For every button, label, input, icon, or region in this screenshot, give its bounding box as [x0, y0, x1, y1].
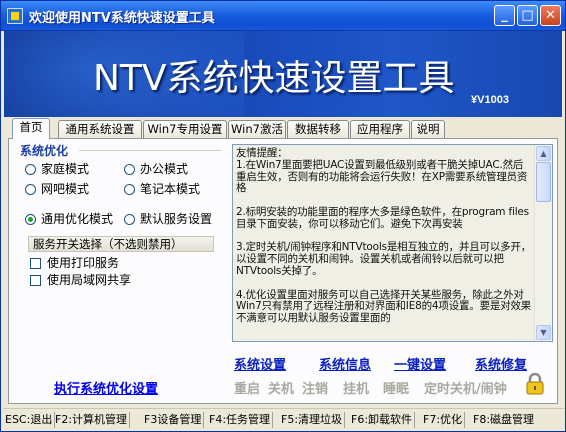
status-f5: F5:清理垃圾: [281, 412, 346, 428]
status-f4: F4:任务管理: [209, 412, 274, 428]
status-bar: ESC:退出 F2:计算机管理 F3设备管理 F4:任务管理 F5:清理垃圾 F…: [3, 408, 564, 431]
window-title: 欢迎使用NTV系统快速设置工具: [29, 11, 215, 26]
app-banner: NTV系统快速设置工具 ¥V1003: [4, 31, 562, 117]
radio-office-mode[interactable]: 办公模式: [124, 161, 188, 177]
system-info-link[interactable]: 系统信息: [319, 354, 371, 373]
tab-general-settings[interactable]: 通用系统设置: [58, 120, 142, 138]
app-icon: [7, 8, 23, 24]
service-header: 服务开关选择（不选则禁用）: [28, 236, 214, 252]
status-f2: F2:计算机管理: [55, 412, 131, 428]
radio-laptop-mode[interactable]: 笔记本模式: [124, 181, 200, 197]
execute-optimize-link[interactable]: 执行系统优化设置: [54, 378, 158, 397]
logoff-action[interactable]: 注销: [302, 378, 328, 397]
radio-dot: [124, 184, 135, 195]
info-textbox[interactable]: 友情提醒： 1.在Win7里面要把UAC设置到最低级别或者干脆关掉UAC.然后重…: [232, 144, 553, 342]
sleep-action[interactable]: 睡眠: [383, 378, 409, 397]
info-text: 友情提醒： 1.在Win7里面要把UAC设置到最低级别或者干脆关掉UAC.然后重…: [236, 147, 532, 325]
optimize-group-title: 系统优化: [20, 144, 69, 158]
scroll-down-icon[interactable]: ▼: [536, 325, 551, 340]
tab-win7-settings[interactable]: Win7专用设置: [143, 120, 227, 138]
status-esc: ESC:退出: [5, 412, 56, 428]
checkbox-lan-share[interactable]: 使用局域网共享: [30, 273, 131, 287]
scroll-up-icon[interactable]: ▲: [536, 146, 551, 161]
radio-dot: [25, 184, 36, 195]
radio-label: 网吧模式: [41, 182, 90, 196]
standby-action[interactable]: 挂机: [343, 378, 369, 397]
title-bar[interactable]: 欢迎使用NTV系统快速设置工具 _ □ ✕: [1, 1, 565, 31]
radio-label: 办公模式: [140, 162, 189, 176]
tab-strip: 首页 通用系统设置 Win7专用设置 Win7激活 数据转移 应用程序 说明: [8, 118, 560, 139]
close-button[interactable]: ✕: [540, 5, 561, 26]
one-click-setup-link[interactable]: 一键设置: [394, 354, 446, 373]
main-window: 欢迎使用NTV系统快速设置工具 _ □ ✕ NTV系统快速设置工具 ¥V1003…: [0, 0, 566, 432]
radio-default-services[interactable]: 默认服务设置: [124, 211, 212, 227]
checkbox-print-service[interactable]: 使用打印服务: [30, 256, 119, 270]
tab-help[interactable]: 说明: [411, 120, 445, 138]
radio-dot: [124, 214, 135, 225]
padlock-icon[interactable]: [526, 373, 544, 395]
radio-dot: [124, 164, 135, 175]
radio-home-mode[interactable]: 家庭模式: [25, 161, 89, 177]
info-scrollbar[interactable]: ▲ ▼: [534, 145, 552, 341]
system-repair-link[interactable]: 系统修复: [475, 354, 527, 373]
maximize-button[interactable]: □: [517, 5, 538, 26]
status-f6: F6:卸载软件: [351, 412, 416, 428]
timer-alarm-action[interactable]: 定时关机/闹钟: [424, 378, 507, 397]
tab-win7-activation[interactable]: Win7激活: [228, 120, 286, 138]
radio-dot: [25, 164, 36, 175]
system-settings-link[interactable]: 系统设置: [234, 354, 286, 373]
restart-action[interactable]: 重启: [234, 378, 260, 397]
tab-applications[interactable]: 应用程序: [350, 120, 410, 138]
shutdown-action[interactable]: 关机: [268, 378, 294, 397]
tab-data-transfer[interactable]: 数据转移: [287, 120, 349, 138]
radio-dot-selected: [25, 214, 36, 225]
radio-netcafe-mode[interactable]: 网吧模式: [25, 181, 89, 197]
minimize-button[interactable]: _: [494, 5, 515, 26]
checkbox-label: 使用局域网共享: [47, 273, 132, 287]
tab-home[interactable]: 首页: [12, 118, 50, 139]
checkbox-box: [30, 275, 41, 286]
checkbox-label: 使用打印服务: [47, 256, 120, 270]
status-f7: F7:优化: [423, 412, 466, 428]
group-divider: [79, 150, 221, 151]
banner-title: NTV系统快速设置工具: [93, 58, 455, 99]
scroll-thumb[interactable]: [536, 162, 551, 202]
status-f3: F3设备管理: [144, 412, 205, 428]
radio-label: 笔记本模式: [140, 182, 201, 196]
radio-label: 默认服务设置: [140, 212, 213, 226]
checkbox-box: [30, 258, 41, 269]
radio-label: 家庭模式: [41, 162, 90, 176]
radio-label: 通用优化模式: [41, 212, 114, 226]
radio-general-mode[interactable]: 通用优化模式: [25, 211, 113, 227]
status-f8: F8:磁盘管理: [473, 413, 535, 426]
version-label: ¥V1003: [471, 94, 509, 106]
